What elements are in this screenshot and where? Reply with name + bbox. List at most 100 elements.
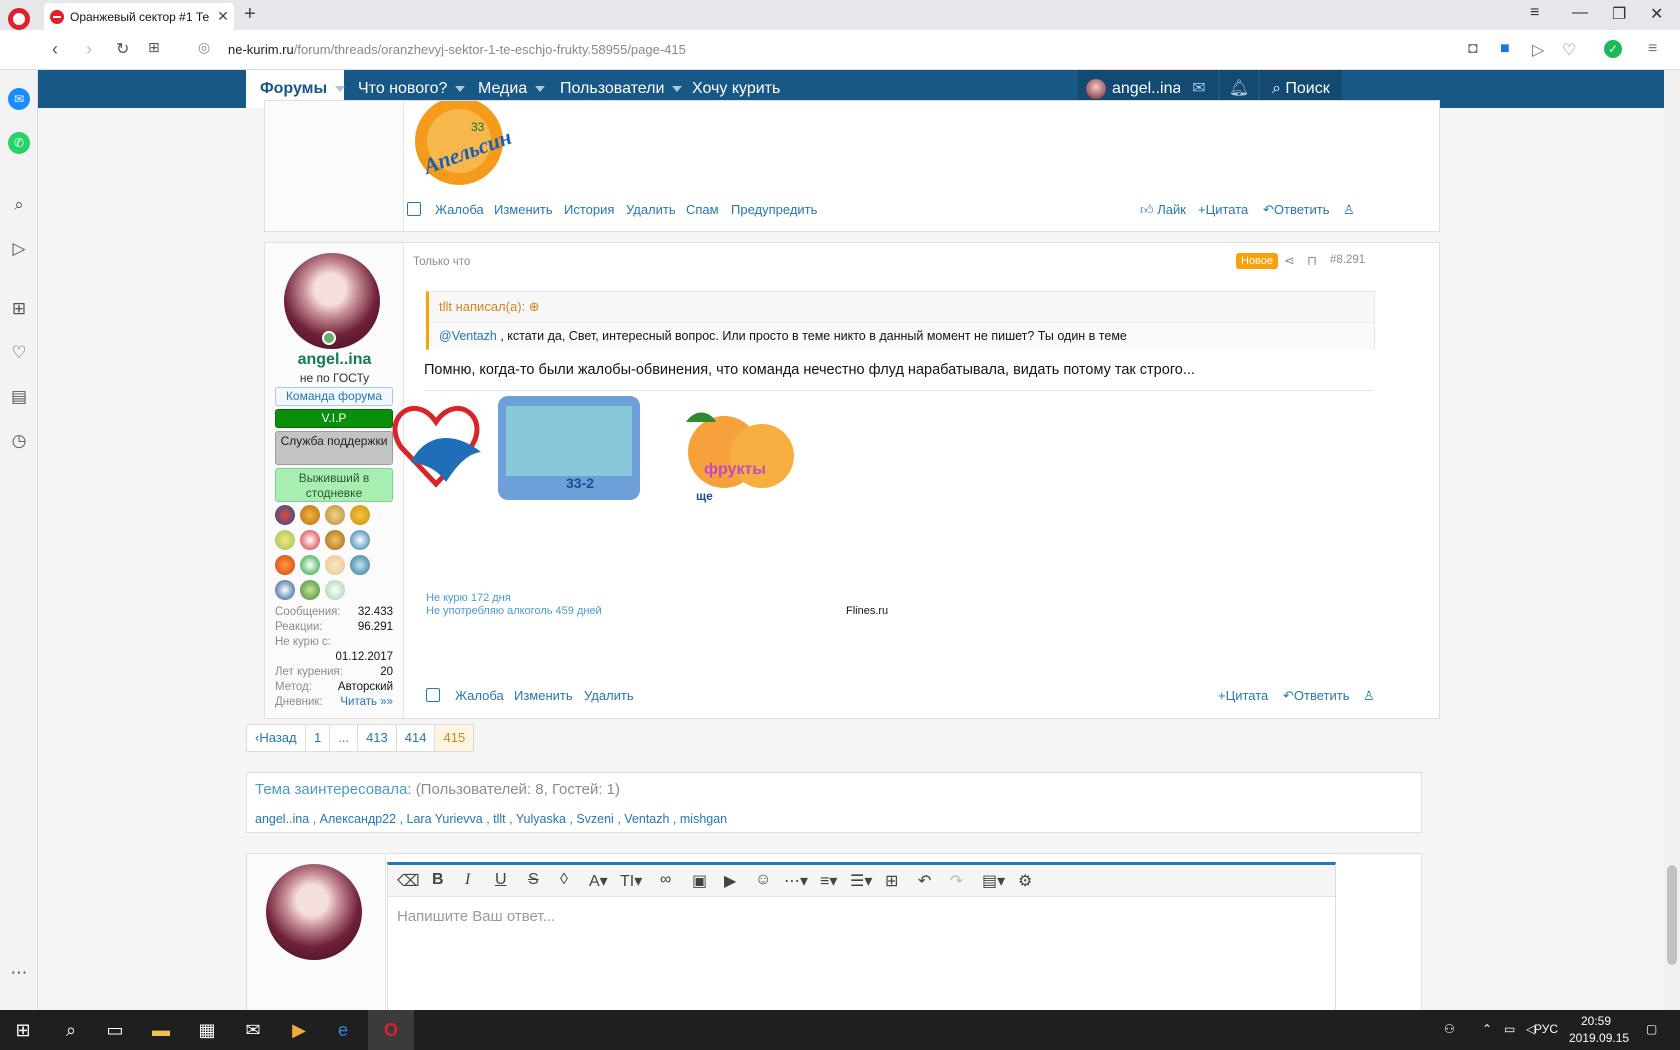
edit-link[interactable]: Изменить	[494, 202, 553, 217]
speed-dial-icon[interactable]: ⊞	[8, 298, 30, 320]
delete-link[interactable]: Удалить	[584, 688, 634, 703]
search-icon[interactable]: ⌕	[60, 1019, 82, 1041]
bookmark-heart-icon[interactable]: ♡	[1562, 40, 1576, 60]
trophy-icon[interactable]	[300, 530, 320, 550]
mention-link[interactable]: @Ventazh	[439, 329, 497, 343]
trophy-icon[interactable]	[350, 530, 370, 550]
back-button[interactable]: ‹Назад	[247, 725, 305, 751]
trophy-icon[interactable]	[300, 505, 320, 525]
trophy-icon[interactable]	[325, 505, 345, 525]
maximize-icon[interactable]: ❐	[1612, 4, 1626, 24]
tab-menu-icon[interactable]: ≡	[1530, 4, 1539, 22]
reply-button[interactable]: ↶Ответить	[1283, 688, 1349, 704]
browser-tab[interactable]: Оранжевый сектор #1 Те ✕	[44, 3, 234, 30]
strikethrough-icon[interactable]: S	[528, 871, 539, 889]
new-tab-icon[interactable]: +	[244, 3, 256, 26]
smiley-icon[interactable]: ☺	[755, 871, 771, 889]
media-icon[interactable]: ▶	[724, 871, 736, 891]
reply-button[interactable]: ↶Ответить	[1263, 202, 1329, 218]
redo-icon[interactable]: ↷	[950, 871, 963, 891]
italic-icon[interactable]: I	[465, 871, 470, 889]
viewer-link[interactable]: mishgan	[680, 812, 727, 826]
notifications-icon[interactable]: ▢	[1646, 1022, 1657, 1036]
trophy-icon[interactable]	[300, 580, 320, 600]
snapshot-icon[interactable]: ◘	[1468, 40, 1478, 58]
viewer-link[interactable]: Ventazh	[624, 812, 669, 826]
more-icon[interactable]: ⋯	[8, 962, 30, 984]
whatsapp-icon[interactable]: ✆	[8, 132, 30, 154]
reply-textarea[interactable]: Напишите Ваш ответ...	[397, 908, 555, 925]
viewers-title[interactable]: Тема заинтересовала:	[255, 781, 412, 798]
pagination-back[interactable]: ‹Назад	[246, 724, 306, 752]
viewer-link[interactable]: Yulyaska	[516, 812, 566, 826]
page-current[interactable]: 415	[435, 725, 474, 751]
messenger-icon[interactable]: ✉	[8, 88, 30, 110]
like-button[interactable]: 👍︎ Лайк	[1140, 202, 1186, 218]
font-size-icon[interactable]: TI▾	[620, 871, 642, 891]
tab-close-icon[interactable]: ✕	[212, 8, 234, 25]
trophy-icon[interactable]	[350, 555, 370, 575]
trophy-icon[interactable]	[275, 580, 295, 600]
page-link[interactable]: 413	[358, 725, 397, 751]
post-number[interactable]: #8.291	[1330, 254, 1365, 266]
clock-date[interactable]: 2019.09.15	[1569, 1031, 1629, 1045]
page-ellipsis[interactable]: ...	[330, 725, 359, 751]
warn-link[interactable]: Предупредить	[731, 202, 817, 217]
share-icon[interactable]: ⋖	[1284, 253, 1295, 269]
close-window-icon[interactable]: ✕	[1650, 4, 1663, 24]
link-icon[interactable]: ∞	[660, 871, 671, 889]
select-post-checkbox[interactable]	[426, 688, 440, 702]
font-icon[interactable]: A▾	[589, 871, 608, 891]
quote-author[interactable]: tllt написал(а): ⊕	[439, 299, 540, 315]
viewer-link[interactable]: Lara Yurievva	[407, 812, 483, 826]
people-icon[interactable]: ⚇	[1444, 1022, 1455, 1036]
store-icon[interactable]: ▦	[196, 1019, 218, 1041]
forward-icon[interactable]: ›	[86, 39, 92, 60]
select-post-checkbox[interactable]	[407, 202, 421, 216]
media-player-icon[interactable]: ▶	[288, 1019, 310, 1041]
send-icon[interactable]: ▷	[1532, 40, 1544, 60]
flow-icon[interactable]: ▷	[8, 238, 30, 260]
trophy-icon[interactable]	[275, 530, 295, 550]
back-icon[interactable]: ‹	[52, 39, 58, 60]
page-scrollbar[interactable]	[1664, 70, 1680, 1010]
reload-icon[interactable]: ↻	[116, 39, 129, 59]
edge-icon[interactable]: e	[332, 1019, 354, 1041]
history-icon[interactable]: ◷	[8, 430, 30, 452]
align-icon[interactable]: ≡▾	[820, 871, 837, 891]
opera-taskbar-icon[interactable]: O	[368, 1010, 414, 1050]
trophy-icon[interactable]	[325, 530, 345, 550]
flines-widget[interactable]: Не курю 172 дня Не употребляю алкоголь 4…	[426, 508, 892, 620]
trophy-icon[interactable]	[325, 580, 345, 600]
spam-link[interactable]: Спам	[686, 202, 719, 217]
news-icon[interactable]: ▤	[8, 386, 30, 408]
network-icon[interactable]: ▭	[1504, 1022, 1515, 1036]
trophy-icon[interactable]	[350, 505, 370, 525]
easy-setup-icon[interactable]: ≡	[1648, 40, 1657, 58]
url-field[interactable]: ne-kurim.ru/forum/threads/oranzhevyj-sek…	[228, 42, 686, 57]
list-icon[interactable]: ☰▾	[850, 871, 872, 891]
minimize-icon[interactable]: —	[1572, 4, 1588, 22]
history-link[interactable]: История	[564, 202, 614, 217]
trophy-icon[interactable]	[275, 555, 295, 575]
avatar[interactable]	[266, 864, 362, 960]
page-link[interactable]: 1	[306, 725, 331, 751]
edit-link[interactable]: Изменить	[514, 688, 573, 703]
bookmarks-icon[interactable]: ♡	[8, 342, 30, 364]
windows-start-icon[interactable]: ⊞	[12, 1019, 34, 1041]
post-time[interactable]: Только что	[413, 256, 470, 268]
viewer-link[interactable]: Svzeni	[576, 812, 614, 826]
adblock-icon[interactable]: ■	[1500, 40, 1510, 58]
user-icon[interactable]: ♙	[1343, 202, 1355, 218]
table-icon[interactable]: ⊞	[885, 871, 898, 891]
diary-link[interactable]: Читать »»	[340, 696, 393, 708]
trophy-icon[interactable]	[300, 555, 320, 575]
keyboard-language[interactable]: РУС	[1534, 1022, 1558, 1036]
clock-time[interactable]: 20:59	[1581, 1014, 1611, 1028]
bold-icon[interactable]: B	[432, 871, 444, 889]
tray-chevron-icon[interactable]: ⌃	[1482, 1022, 1492, 1036]
task-view-icon[interactable]: ▭	[104, 1019, 126, 1041]
opera-menu-icon[interactable]	[8, 8, 30, 30]
viewer-link[interactable]: angel..ina	[255, 812, 309, 826]
trophy-icon[interactable]	[325, 555, 345, 575]
